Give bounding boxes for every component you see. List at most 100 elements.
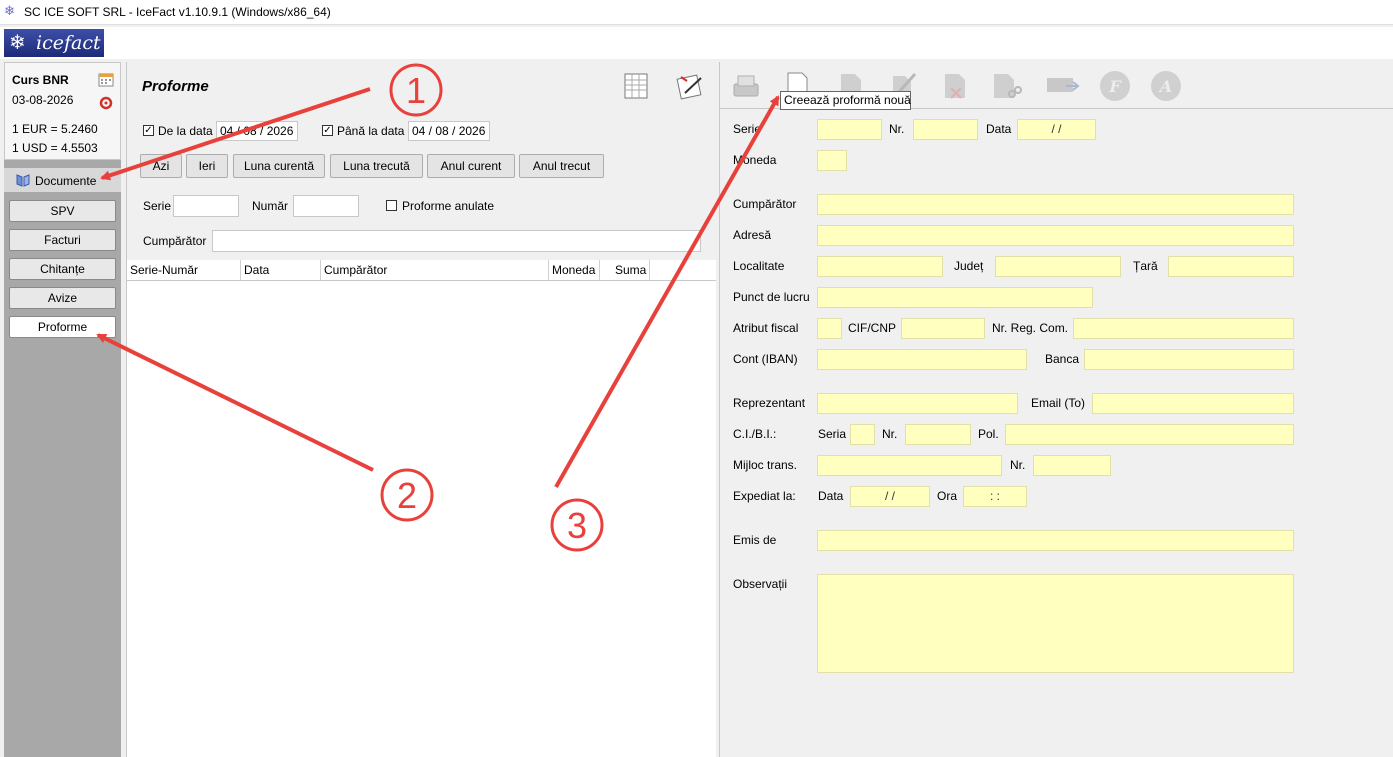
refresh-icon[interactable] xyxy=(99,96,113,110)
app-logo: ❄ icefact xyxy=(4,29,104,57)
from-date-input[interactable]: 04 / 08 / 2026 xyxy=(216,121,298,141)
mijloc-nr-label: Nr. xyxy=(1010,458,1026,472)
serie-input[interactable] xyxy=(817,119,882,140)
logo-bar: ❄ icefact xyxy=(0,27,1393,59)
nr-label: Nr. xyxy=(889,122,905,136)
azi-button[interactable]: Azi xyxy=(140,154,182,178)
sidebar-item-avize[interactable]: Avize xyxy=(9,287,116,309)
banca-label: Banca xyxy=(1045,352,1080,366)
serie-label: Serie xyxy=(143,199,172,213)
nr-reg-com-label: Nr. Reg. Com. xyxy=(992,321,1069,335)
serie-label: Serie xyxy=(733,122,762,136)
luna-trecuta-button[interactable]: Luna trecută xyxy=(330,154,423,178)
proforma-form-pane: F A Serie Nr. Data / / Moneda Cumpărător… xyxy=(719,62,1393,757)
book-icon xyxy=(16,174,30,187)
observatii-textarea[interactable] xyxy=(817,574,1294,673)
anul-trecut-button[interactable]: Anul trecut xyxy=(519,154,604,178)
localitate-label: Localitate xyxy=(733,259,785,273)
delete-document-icon[interactable] xyxy=(937,68,973,104)
banca-input[interactable] xyxy=(1084,349,1294,370)
col-serie-numar[interactable]: Serie-Număr xyxy=(130,263,198,277)
window-title: SC ICE SOFT SRL - IceFact v1.10.9.1 (Win… xyxy=(24,5,331,19)
data-input[interactable]: / / xyxy=(1017,119,1096,140)
spreadsheet-icon[interactable] xyxy=(623,72,649,100)
bnr-usd: 1 USD = 4.5503 xyxy=(12,141,98,155)
to-date-input[interactable]: 04 / 08 / 2026 xyxy=(408,121,490,141)
bnr-panel: Curs BNR 03-08-2026 1 EUR = 5.2460 1 USD… xyxy=(4,62,121,160)
proforme-list-pane: Proforme ✓ De la data 04 / 08 / 2026 ✓ P… xyxy=(126,62,716,757)
emis-de-label: Emis de xyxy=(733,533,777,547)
logo-text: icefact xyxy=(36,32,101,54)
cif-cnp-label: CIF/CNP xyxy=(848,321,896,335)
serie-filter-input[interactable] xyxy=(173,195,239,217)
ci-seria-input[interactable] xyxy=(850,424,875,445)
snowflake-logo-icon: ❄ xyxy=(9,32,26,54)
col-cumparator[interactable]: Cumpărător xyxy=(324,263,387,277)
print-icon[interactable] xyxy=(728,68,764,104)
sidebar-item-facturi[interactable]: Facturi xyxy=(9,229,116,251)
col-suma[interactable]: Suma xyxy=(615,263,646,277)
tab-documente[interactable]: Documente xyxy=(4,168,121,192)
from-date-label: De la data xyxy=(158,124,213,138)
sidebar-item-spv[interactable]: SPV xyxy=(9,200,116,222)
judet-label: Județ xyxy=(954,259,984,273)
anulare-a-icon[interactable]: A xyxy=(1148,68,1184,104)
cumparator-input[interactable] xyxy=(817,194,1294,215)
calendar-icon[interactable] xyxy=(98,73,114,87)
table-body[interactable] xyxy=(127,281,716,757)
cont-iban-label: Cont (IBAN) xyxy=(733,352,798,366)
document-edit-icon[interactable] xyxy=(675,72,705,100)
cif-cnp-input[interactable] xyxy=(901,318,985,339)
ieri-button[interactable]: Ieri xyxy=(186,154,228,178)
sidebar: Curs BNR 03-08-2026 1 EUR = 5.2460 1 USD… xyxy=(4,62,121,757)
mijloc-nr-input[interactable] xyxy=(1033,455,1111,476)
numar-label: Număr xyxy=(252,199,289,213)
snowflake-icon: ❄ xyxy=(4,3,15,18)
pol-input[interactable] xyxy=(1005,424,1294,445)
svg-text:F: F xyxy=(1108,77,1122,96)
to-date-checkbox[interactable]: ✓ xyxy=(322,125,333,136)
cut-document-icon[interactable] xyxy=(988,68,1024,104)
email-input[interactable] xyxy=(1092,393,1294,414)
fiscal-f-icon[interactable]: F xyxy=(1097,68,1133,104)
col-moneda[interactable]: Moneda xyxy=(552,263,595,277)
adresa-label: Adresă xyxy=(733,228,772,242)
from-date-checkbox[interactable]: ✓ xyxy=(143,125,154,136)
bnr-date: 03-08-2026 xyxy=(12,93,74,107)
punct-de-lucru-label: Punct de lucru xyxy=(733,290,810,304)
cumparator-label: Cumpărător xyxy=(733,197,797,211)
reprezentant-label: Reprezentant xyxy=(733,396,806,410)
judet-input[interactable] xyxy=(995,256,1121,277)
localitate-input[interactable] xyxy=(817,256,943,277)
adresa-input[interactable] xyxy=(817,225,1294,246)
pol-label: Pol. xyxy=(978,427,999,441)
expediat-ora-input[interactable]: : : xyxy=(963,486,1027,507)
luna-curenta-button[interactable]: Luna curentă xyxy=(233,154,325,178)
cumparator-filter-input[interactable] xyxy=(212,230,701,252)
page-title: Proforme xyxy=(142,78,209,95)
mijloc-trans-input[interactable] xyxy=(817,455,1002,476)
table-header: Serie-Număr Data Cumpărător Moneda Suma xyxy=(127,260,716,281)
punct-de-lucru-input[interactable] xyxy=(817,287,1093,308)
emis-de-input[interactable] xyxy=(817,530,1294,551)
expediat-data-label: Data xyxy=(818,489,844,503)
ci-bi-label: C.I./B.I.: xyxy=(733,427,777,441)
col-data[interactable]: Data xyxy=(244,263,269,277)
sidebar-item-proforme[interactable]: Proforme xyxy=(9,316,116,338)
tara-label: Țară xyxy=(1133,259,1158,273)
moneda-input[interactable] xyxy=(817,150,847,171)
tara-input[interactable] xyxy=(1168,256,1294,277)
ci-nr-input[interactable] xyxy=(905,424,971,445)
cont-iban-input[interactable] xyxy=(817,349,1027,370)
atribut-fiscal-input[interactable] xyxy=(817,318,842,339)
reprezentant-input[interactable] xyxy=(817,393,1018,414)
proforme-anulate-checkbox[interactable] xyxy=(386,200,397,211)
export-arrow-icon[interactable] xyxy=(1044,68,1080,104)
nr-reg-com-input[interactable] xyxy=(1073,318,1294,339)
numar-filter-input[interactable] xyxy=(293,195,359,217)
anul-curent-button[interactable]: Anul curent xyxy=(427,154,515,178)
expediat-data-input[interactable]: / / xyxy=(850,486,930,507)
title-bar: ❄ SC ICE SOFT SRL - IceFact v1.10.9.1 (W… xyxy=(0,0,1393,25)
nr-input[interactable] xyxy=(913,119,978,140)
sidebar-item-chitante[interactable]: Chitanțe xyxy=(9,258,116,280)
